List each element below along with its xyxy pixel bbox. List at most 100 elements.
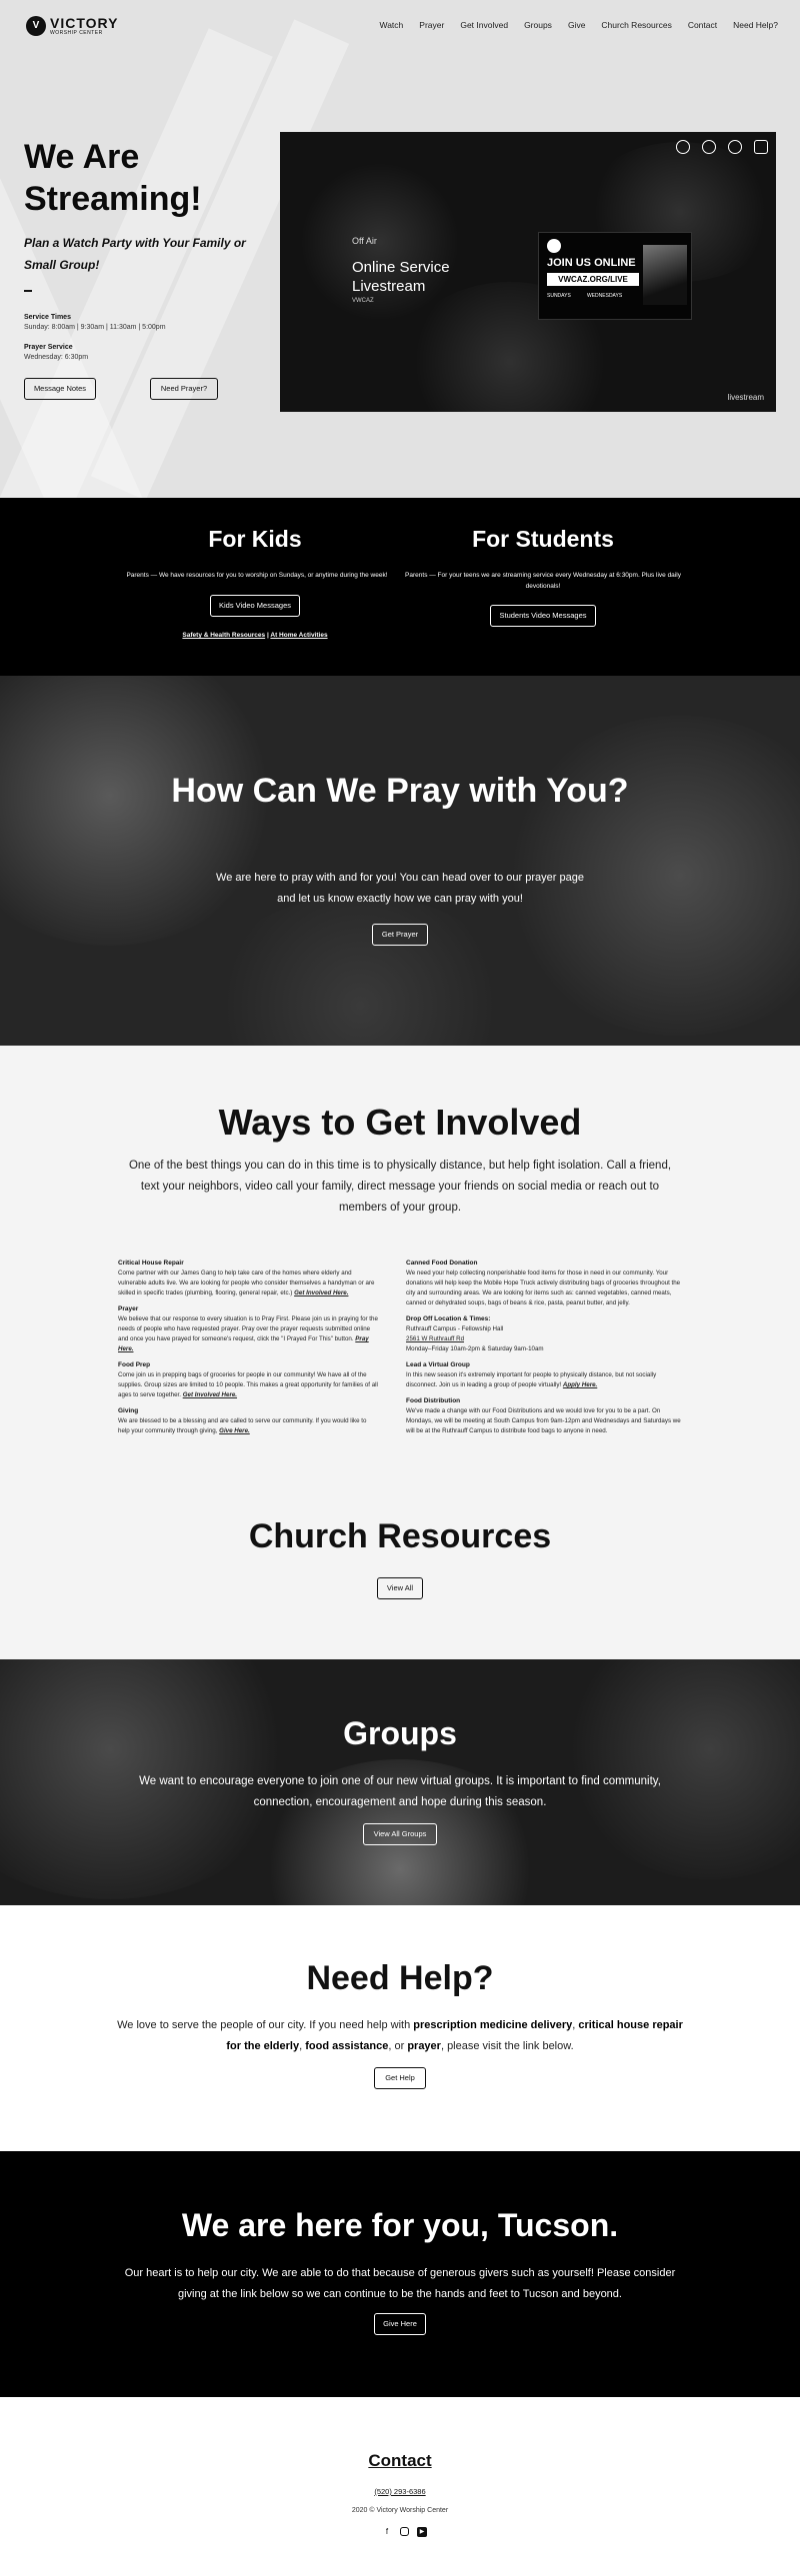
- view-all-groups-button[interactable]: View All Groups: [363, 1823, 437, 1845]
- help-title: Need Help?: [306, 1959, 494, 1997]
- logo[interactable]: V VICTORY WORSHIP CENTER: [26, 14, 146, 38]
- heart-icon[interactable]: [676, 140, 690, 154]
- lock-icon[interactable]: [754, 140, 768, 154]
- item-heading: Food Prep: [118, 1361, 151, 1368]
- item-heading: Drop Off Location & Times:: [406, 1315, 491, 1322]
- item-heading: Lead a Virtual Group: [406, 1361, 470, 1368]
- involved-right-column: Canned Food Donation We need your help c…: [406, 1260, 686, 1443]
- kids-links: Safety & Health Resources | At Home Acti…: [150, 630, 360, 641]
- facebook-icon[interactable]: f: [382, 2527, 392, 2537]
- help-text-bold: prayer: [407, 2040, 441, 2052]
- involved-title: Ways to Get Involved: [218, 1102, 582, 1143]
- item-text: Come partner with our James Gang to help…: [118, 1269, 378, 1298]
- safety-health-link[interactable]: Safety & Health Resources: [182, 632, 265, 639]
- prayer-service-value: Wednesday: 6:30pm: [24, 354, 89, 361]
- video-title: Online Service Livestream: [352, 259, 450, 295]
- logo-name: VICTORY: [50, 15, 119, 31]
- give-here-button[interactable]: Give Here: [374, 2313, 426, 2335]
- prayer-service: Prayer Service Wednesday: 6:30pm: [24, 344, 88, 361]
- copyright: 2020 © Victory Worship Center: [351, 2507, 449, 2514]
- video-blur: [300, 162, 460, 322]
- nav-prayer[interactable]: Prayer: [419, 20, 444, 30]
- item-text: Ruthrauff Campus - Fellowship Hall: [406, 1325, 504, 1332]
- get-help-button[interactable]: Get Help: [374, 2067, 426, 2089]
- item-text: We need your help collecting nonperishab…: [406, 1270, 681, 1306]
- prayer-title: How Can We Pray with You?: [171, 772, 629, 810]
- kids-title: For Kids: [208, 526, 302, 552]
- need-help-section: Need Help? We love to serve the people o…: [0, 1905, 800, 2151]
- footer: Contact (520) 293-6386 2020 © Victory Wo…: [0, 2397, 800, 2576]
- item-heading: Prayer: [118, 1305, 139, 1312]
- nav-church-resources[interactable]: Church Resources: [601, 20, 671, 30]
- share-icon[interactable]: [702, 140, 716, 154]
- kids-students-section: For Kids Parents — We have resources for…: [0, 498, 800, 676]
- logo-mark: V: [26, 16, 46, 36]
- nav-give[interactable]: Give: [568, 20, 585, 30]
- groups-title: Groups: [343, 1715, 457, 1751]
- info-icon[interactable]: [728, 140, 742, 154]
- prayer-service-label: Prayer Service: [24, 344, 73, 351]
- item-body: We believe that our response to every si…: [118, 1315, 378, 1342]
- item-body: Come join us in prepping bags of groceri…: [118, 1371, 378, 1398]
- involved-text: One of the best things you can do in thi…: [128, 1160, 672, 1214]
- help-text-part: , or: [388, 2040, 408, 2052]
- involved-item: Food Distribution We've made a change wi…: [406, 1397, 686, 1436]
- view-all-button[interactable]: View All: [377, 1577, 423, 1599]
- get-prayer-button[interactable]: Get Prayer: [372, 924, 428, 946]
- broadcast-status: Off Air: [352, 236, 377, 246]
- prayer-section: How Can We Pray with You? We are here to…: [0, 676, 800, 1046]
- contact-title: Contact: [368, 2451, 432, 2470]
- item-heading: Canned Food Donation: [406, 1260, 478, 1267]
- get-involved-link[interactable]: Get Involved Here.: [183, 1391, 237, 1398]
- item-text: We believe that our response to every si…: [118, 1314, 378, 1354]
- message-notes-button[interactable]: Message Notes: [24, 378, 96, 400]
- kids-text: Parents — We have resources for you to w…: [126, 572, 388, 579]
- help-text-part: We love to serve the people of our city.…: [117, 2019, 414, 2031]
- give-here-link[interactable]: Give Here.: [219, 1427, 250, 1434]
- need-prayer-button[interactable]: Need Prayer?: [150, 378, 218, 400]
- item-text: In this new season it's extremely import…: [406, 1370, 686, 1390]
- prayer-text: We are here to pray with and for you! Yo…: [216, 872, 584, 905]
- hero-subtitle: Plan a Watch Party with Your Family or S…: [24, 236, 246, 272]
- hero-section: V VICTORY WORSHIP CENTER Watch Prayer Ge…: [0, 0, 800, 498]
- logo-subtitle: WORSHIP CENTER: [50, 30, 103, 36]
- help-text-bold: prescription medicine delivery: [413, 2019, 573, 2031]
- service-times-value: Sunday: 8:00am | 9:30am | 11:30am | 5:00…: [24, 324, 166, 331]
- involved-item: Critical House Repair Come partner with …: [118, 1260, 378, 1298]
- background-photo: [200, 896, 520, 1046]
- item-heading: Critical House Repair: [118, 1260, 184, 1267]
- involved-item: Food Prep Come join us in prepping bags …: [118, 1361, 378, 1400]
- get-involved-link[interactable]: Get Involved Here.: [294, 1289, 348, 1296]
- social-links: f ▶: [382, 2527, 427, 2537]
- phone-link[interactable]: (520) 293-6386: [0, 2487, 800, 2496]
- students-video-button[interactable]: Students Video Messages: [490, 605, 596, 627]
- youtube-icon[interactable]: ▶: [417, 2527, 427, 2537]
- item-heading: Giving: [118, 1407, 139, 1414]
- thumbnail-day: SUNDAYS: [547, 293, 571, 299]
- livestream-watermark: livestream: [727, 393, 764, 402]
- address-link[interactable]: 2561 W Ruthrauff Rd: [406, 1334, 686, 1344]
- nav-get-involved[interactable]: Get Involved: [460, 20, 508, 30]
- nav-contact[interactable]: Contact: [688, 20, 717, 30]
- giving-section: We are here for you, Tucson. Our heart i…: [0, 2151, 800, 2397]
- get-involved-section: Ways to Get Involved One of the best thi…: [0, 1046, 800, 1659]
- apply-here-link[interactable]: Apply Here.: [563, 1381, 597, 1388]
- livestream-player[interactable]: Off Air Online Service Livestream VWCAZ …: [280, 132, 776, 412]
- involved-item: Prayer We believe that our response to e…: [118, 1305, 378, 1354]
- thumbnail-url: VWCAZ.ORG/LIVE: [547, 273, 639, 286]
- instagram-icon[interactable]: [400, 2527, 409, 2536]
- hero-title: We Are Streaming!: [24, 138, 202, 218]
- nav-watch[interactable]: Watch: [380, 20, 404, 30]
- channel-name: VWCAZ: [352, 298, 374, 304]
- item-body: In this new season it's extremely import…: [406, 1371, 657, 1388]
- service-times-label: Service Times: [24, 314, 71, 321]
- kids-video-button[interactable]: Kids Video Messages: [210, 595, 300, 617]
- at-home-activities-link[interactable]: At Home Activities: [270, 632, 327, 639]
- hero-divider: [24, 290, 32, 292]
- thumbnail-day: WEDNESDAYS: [587, 293, 623, 299]
- nav-groups[interactable]: Groups: [524, 20, 552, 30]
- involved-item: Giving We are blessed to be a blessing a…: [118, 1407, 378, 1436]
- nav-need-help[interactable]: Need Help?: [733, 20, 778, 30]
- giving-text: Our heart is to help our city. We are ab…: [124, 2267, 676, 2300]
- involved-item: Lead a Virtual Group In this new season …: [406, 1361, 686, 1390]
